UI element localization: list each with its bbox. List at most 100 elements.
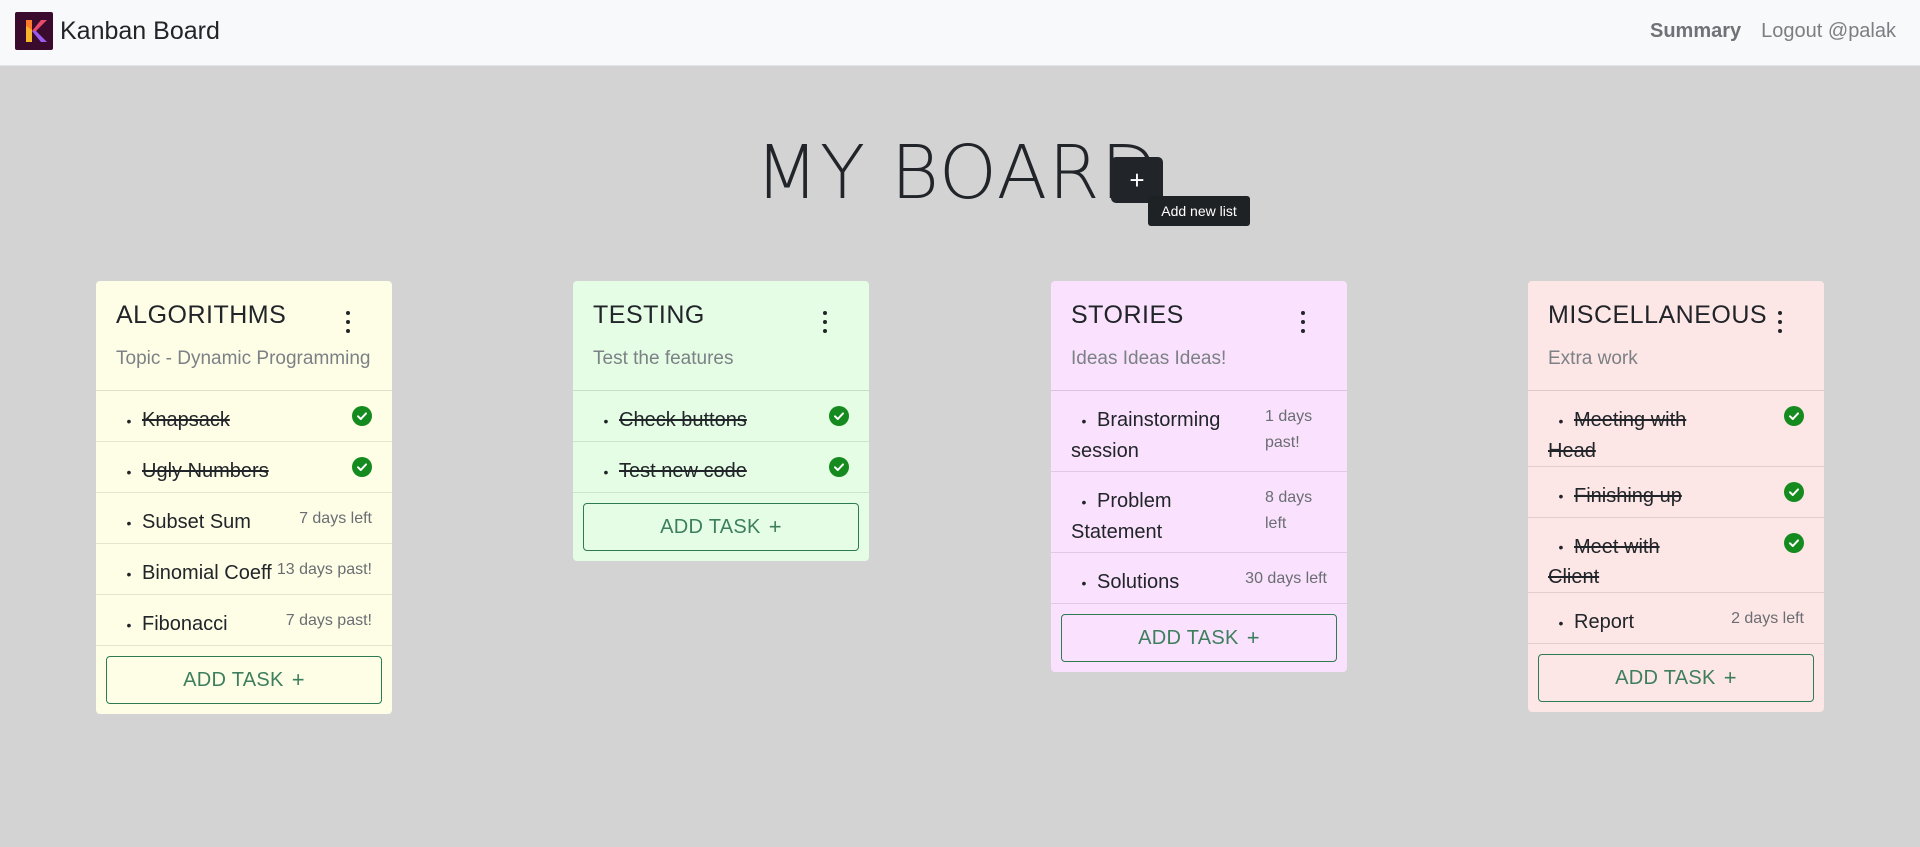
due-date: 7 days left [299, 510, 372, 527]
plus-icon: + [1246, 625, 1260, 650]
add-task-button[interactable]: ADD TASK + [583, 503, 859, 551]
task-item[interactable]: • Report 2 days left [1528, 593, 1824, 645]
due-date: 8 days left [1265, 489, 1313, 532]
list-algorithms: ALGORITHMS Topic - Dynamic Programming • Kn… [96, 281, 392, 714]
list-testing: TESTING Test the features • Check buttons • T… [573, 281, 869, 561]
bullet-icon: • [126, 565, 132, 582]
bullet-icon: • [603, 463, 609, 480]
check-circle-icon[interactable] [1784, 532, 1804, 553]
plus-icon: + [1129, 164, 1145, 195]
task-name: • Test new code [593, 456, 747, 487]
list-title: STORIES [1071, 301, 1184, 329]
task-item[interactable]: • Finishing up [1528, 467, 1824, 518]
due-date: 30 days left [1245, 570, 1327, 587]
bullet-icon: • [126, 616, 132, 633]
check-circle-icon[interactable] [352, 406, 372, 426]
task-text: Check buttons [619, 409, 747, 431]
list-title: ALGORITHMS [116, 301, 287, 329]
list-title: MISCELLANEOUS [1548, 301, 1768, 329]
task-name: • Check buttons [593, 405, 747, 436]
list-subtitle: Extra work [1548, 348, 1638, 369]
task-text: Ugly Numbers [142, 460, 269, 482]
kanban-logo-icon [15, 12, 53, 50]
task-item[interactable]: • Check buttons [573, 391, 869, 442]
task-item[interactable]: • Knapsack [96, 391, 392, 442]
check-circle-icon[interactable] [1784, 406, 1804, 426]
task-item[interactable]: • Problem Statement 8 days left [1051, 472, 1347, 553]
due-date: 2 days left [1731, 610, 1804, 628]
task-item[interactable]: • Subset Sum 7 days left [96, 493, 392, 544]
plus-icon: + [291, 667, 305, 692]
bullet-icon: • [1081, 493, 1087, 510]
task-item[interactable]: • Binomial Coeff 13 days past! [96, 544, 392, 595]
add-task-label: ADD TASK [1615, 666, 1716, 689]
bullet-icon: • [603, 412, 609, 429]
add-list-tooltip: Add new list [1148, 196, 1250, 226]
bullet-icon: • [1558, 488, 1564, 505]
task-name: • Binomial Coeff [116, 558, 272, 589]
task-text: Solutions [1097, 571, 1180, 593]
plus-icon: + [768, 514, 782, 539]
bullet-icon: • [126, 514, 132, 531]
add-task-button[interactable]: ADD TASK + [1061, 614, 1337, 662]
task-name: • Finishing up [1548, 481, 1682, 512]
due-date: 1 days past! [1265, 408, 1313, 451]
board-title: MY BOARD [755, 130, 1159, 216]
task-name: • Ugly Numbers [116, 456, 269, 487]
add-task-label: ADD TASK [1138, 626, 1239, 649]
task-item[interactable]: • Test new code [573, 442, 869, 493]
task-name: • Meeting with Head [1548, 405, 1708, 466]
kebab-menu-icon[interactable] [1299, 311, 1307, 333]
list-subtitle: Ideas Ideas Ideas! [1071, 348, 1227, 369]
brand[interactable]: Kanban Board [15, 12, 220, 50]
add-task-button[interactable]: ADD TASK + [106, 656, 382, 704]
check-circle-icon[interactable] [1784, 481, 1804, 502]
kebab-menu-icon[interactable] [344, 311, 352, 333]
list-header: STORIES Ideas Ideas Ideas! [1051, 281, 1347, 391]
task-item[interactable]: • Brainstorming session 1 days past! [1051, 391, 1347, 472]
list-stories: STORIES Ideas Ideas Ideas! • Brainstorming … [1051, 281, 1347, 672]
check-circle-icon[interactable] [829, 457, 849, 477]
summary-link[interactable]: Summary [1650, 20, 1741, 43]
navbar: Kanban Board Summary Logout @palak [0, 0, 1920, 66]
logout-link[interactable]: Logout @palak [1761, 20, 1896, 43]
task-text: Fibonacci [142, 613, 228, 635]
task-text: Subset Sum [142, 511, 251, 533]
task-text: Binomial Coeff [142, 562, 272, 584]
task-item[interactable]: • Meeting with Head [1528, 391, 1824, 467]
task-item[interactable]: • Solutions 30 days left [1051, 553, 1347, 604]
task-text: Finishing up [1574, 484, 1682, 507]
check-circle-icon[interactable] [829, 406, 849, 426]
bullet-icon: • [1558, 412, 1564, 429]
bullet-icon: • [1558, 615, 1564, 632]
task-item[interactable]: • Meet with Client [1528, 518, 1824, 594]
add-task-label: ADD TASK [660, 515, 761, 538]
list-header: ALGORITHMS Topic - Dynamic Programming [96, 281, 392, 391]
task-name: • Subset Sum [116, 507, 251, 538]
task-name: • Knapsack [116, 405, 230, 436]
task-name: • Report [1548, 607, 1634, 638]
bullet-icon: • [1081, 412, 1087, 429]
task-name: • Brainstorming session [1071, 405, 1236, 466]
check-circle-icon[interactable] [352, 457, 372, 477]
bullet-icon: • [1558, 539, 1564, 556]
list-header: MISCELLANEOUS Extra work [1528, 281, 1824, 391]
task-name: • Meet with Client [1548, 532, 1708, 593]
due-date: 13 days past! [276, 561, 372, 578]
bullet-icon: • [126, 463, 132, 480]
task-text: Report [1574, 611, 1635, 634]
kebab-menu-icon[interactable] [821, 311, 829, 333]
add-task-label: ADD TASK [183, 668, 284, 691]
task-item[interactable]: • Fibonacci 7 days past! [96, 595, 392, 646]
task-item[interactable]: • Ugly Numbers [96, 442, 392, 493]
bullet-icon: • [1081, 574, 1087, 591]
plus-icon: + [1723, 665, 1737, 691]
list-header: TESTING Test the features [573, 281, 869, 391]
kebab-menu-icon[interactable] [1776, 311, 1784, 333]
list-miscellaneous: MISCELLANEOUS Extra work • Meeting with Hea… [1528, 281, 1824, 713]
list-subtitle: Topic - Dynamic Programming [116, 348, 371, 369]
add-task-button[interactable]: ADD TASK + [1538, 654, 1814, 703]
task-name: • Fibonacci [116, 609, 228, 640]
list-subtitle: Test the features [593, 348, 734, 369]
task-text: Test new code [619, 460, 747, 482]
